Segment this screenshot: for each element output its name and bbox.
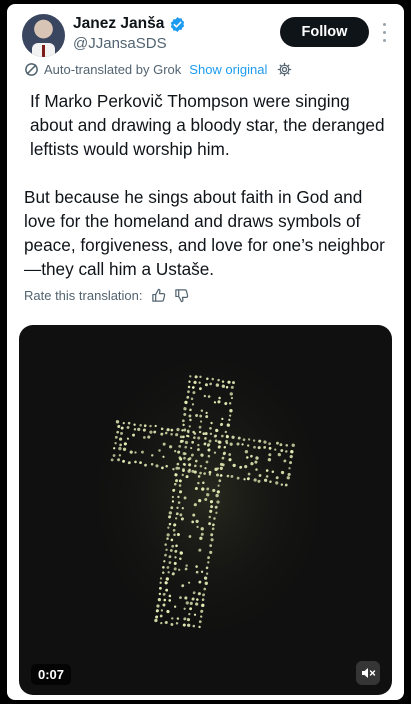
video-timestamp: 0:07 (31, 664, 72, 685)
auto-translated-label: Auto-translated by Grok (44, 62, 182, 77)
grok-icon (25, 63, 38, 76)
avatar-tie (42, 45, 45, 57)
video-player[interactable]: 0:07 (19, 325, 392, 695)
rate-translation-label: Rate this translation: (24, 288, 143, 303)
avatar[interactable] (22, 14, 65, 57)
gear-icon[interactable] (277, 62, 292, 77)
more-dots-icon[interactable] (379, 20, 389, 44)
author-name[interactable]: Janez Janša (73, 15, 164, 33)
cross-drone-image (79, 335, 339, 655)
translation-notice: Auto-translated by Grok Show original (24, 62, 292, 77)
show-original-link[interactable]: Show original (189, 62, 267, 77)
verified-badge-icon (171, 16, 185, 32)
post-paragraph-1: If Marko Perkovič Thompson were singing … (30, 91, 385, 159)
thumbs-up-icon[interactable] (151, 288, 166, 303)
post-paragraph-2: But because he sings about faith in God … (24, 187, 385, 279)
post-text: If Marko Perkovič Thompson were singing … (24, 89, 394, 281)
muted-speaker-icon[interactable] (356, 661, 380, 685)
rate-translation-row: Rate this translation: (24, 288, 189, 303)
tweet-card: Janez Janša @JJansaSDS Follow Auto-trans… (7, 4, 404, 700)
author-name-row[interactable]: Janez Janša (73, 15, 186, 33)
author-handle[interactable]: @JJansaSDS (73, 35, 167, 52)
thumbs-down-icon[interactable] (174, 288, 189, 303)
follow-button[interactable]: Follow (280, 17, 369, 47)
